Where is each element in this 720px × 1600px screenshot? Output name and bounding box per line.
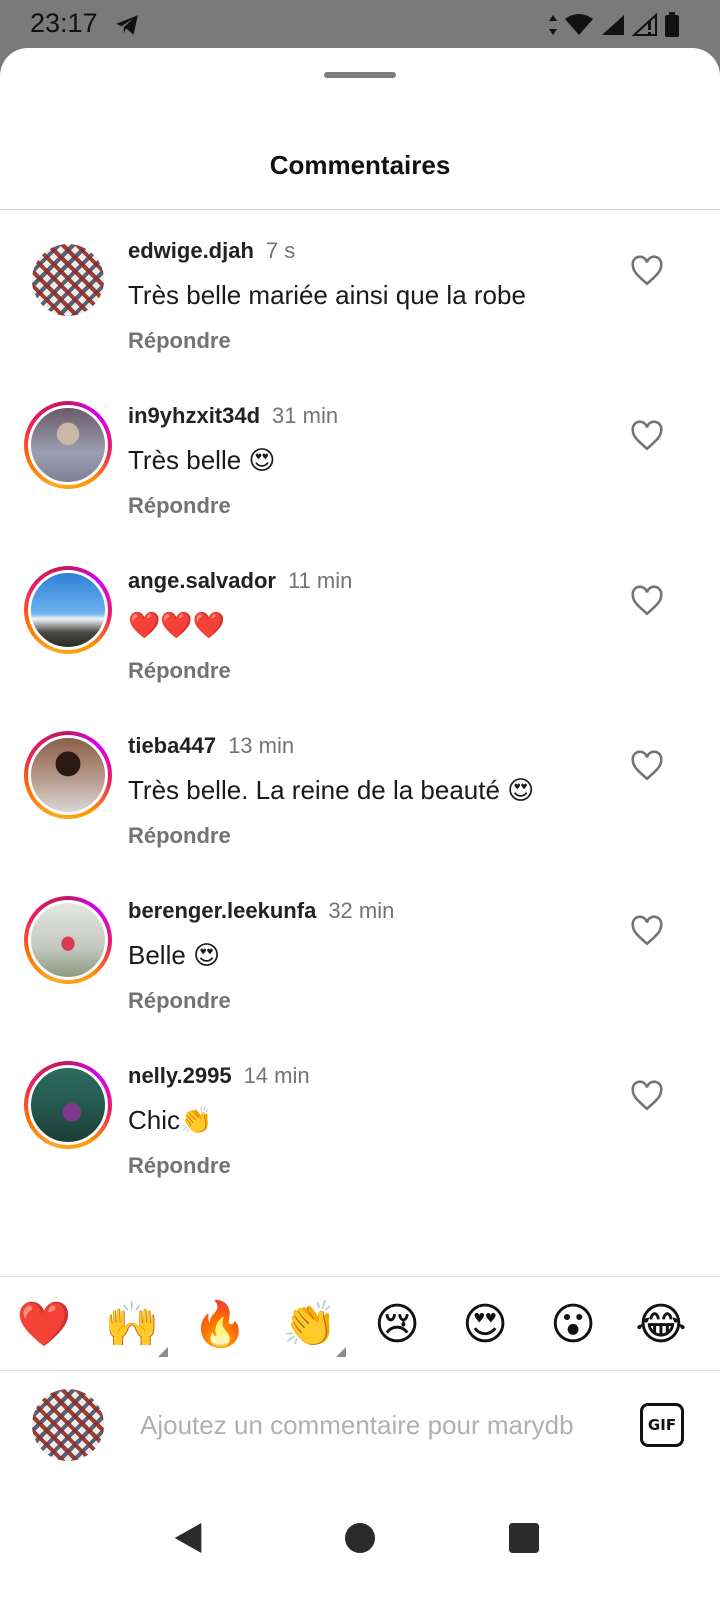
comment-username[interactable]: tieba447 <box>128 733 216 758</box>
reply-button[interactable]: Répondre <box>128 823 231 849</box>
reply-button[interactable]: Répondre <box>128 1153 231 1179</box>
comment-header: ange.salvador 11 min <box>128 568 352 594</box>
comment-input[interactable] <box>140 1401 610 1449</box>
comment-username[interactable]: edwige.djah <box>128 238 254 263</box>
recents-icon[interactable] <box>504 1518 544 1558</box>
comment-header: berenger.leekunfa 32 min <box>128 898 394 924</box>
avatar[interactable] <box>24 236 112 324</box>
avatar-image <box>28 405 108 485</box>
avatar-story-ring[interactable] <box>24 401 112 489</box>
avatar-story-ring[interactable] <box>24 731 112 819</box>
comment-text: Très belle 😍 <box>128 445 276 475</box>
own-avatar <box>32 1389 104 1461</box>
avatar-image <box>28 735 108 815</box>
emoji-raised-hands-button[interactable]: 🙌 <box>102 1297 168 1357</box>
avatar-image <box>32 244 104 316</box>
comment-text: Très belle mariée ainsi que la robe <box>128 280 526 310</box>
comment-header: nelly.2995 14 min <box>128 1063 310 1089</box>
avatar-story-ring[interactable] <box>24 566 112 654</box>
battery-icon <box>665 12 679 37</box>
reply-button[interactable]: Répondre <box>128 328 231 354</box>
comment-username[interactable]: berenger.leekunfa <box>128 898 316 923</box>
avatar-image <box>28 900 108 980</box>
system-icons <box>548 12 680 38</box>
avatar-image <box>28 570 108 650</box>
emoji-heart-button[interactable]: ❤️ <box>14 1297 74 1353</box>
comment-header: edwige.djah 7 s <box>128 238 295 264</box>
emoji-fire-button[interactable]: 🔥 <box>190 1297 250 1353</box>
status-bar: 23:17 <box>0 0 720 48</box>
emoji-glyph: 🙌 <box>104 1300 160 1349</box>
emoji-glyph: 👏 <box>282 1300 338 1349</box>
comment-time: 11 min <box>287 568 353 593</box>
reply-button[interactable]: Répondre <box>128 988 231 1014</box>
emoji-clap-button[interactable]: 👏 <box>280 1297 346 1357</box>
avatar-story-ring[interactable] <box>24 896 112 984</box>
avatar-image <box>28 1065 108 1145</box>
avatar-story-ring[interactable] <box>24 1061 112 1149</box>
gif-button[interactable]: GIF <box>640 1403 684 1447</box>
comment-text: Chic👏 <box>128 1105 213 1135</box>
comment-item: tieba447 13 min Très belle. La reine de l… <box>0 705 720 873</box>
comment-item: in9yhzxit34d 31 min Très belle 😍 Répondre <box>0 375 720 543</box>
comment-composer: GIF <box>0 1371 720 1481</box>
comment-time: 14 min <box>243 1063 310 1088</box>
heart-outline-icon[interactable] <box>630 914 664 948</box>
comment-item: ange.salvador 11 min ❤️❤️❤️ Répondre <box>0 540 720 708</box>
comment-time: 13 min <box>228 733 295 758</box>
comments-sheet: Commentaires edwige.djah 7 s Très belle m… <box>0 48 720 1600</box>
skin-tone-indicator <box>336 1347 346 1357</box>
heart-outline-icon[interactable] <box>630 749 664 783</box>
wifi-icon <box>565 14 593 35</box>
telegram-icon <box>116 15 138 35</box>
comment-header: tieba447 13 min <box>128 733 294 759</box>
heart-outline-icon[interactable] <box>630 254 664 288</box>
emoji-crying-button[interactable]: 😢 <box>367 1297 427 1353</box>
comment-username[interactable]: nelly.2995 <box>128 1063 232 1088</box>
comment-time: 31 min <box>272 403 339 428</box>
comment-time: 7 s <box>265 238 296 263</box>
comment-header: in9yhzxit34d 31 min <box>128 403 338 429</box>
comment-text: Très belle. La reine de la beauté 😍 <box>128 775 535 805</box>
signal-alert-icon <box>632 13 657 36</box>
data-transfer-icon <box>549 15 557 35</box>
comment-username[interactable]: ange.salvador <box>128 568 276 593</box>
emoji-heart-eyes-button[interactable]: 😍 <box>455 1297 515 1353</box>
signal-icon <box>602 15 624 35</box>
heart-outline-icon[interactable] <box>630 584 664 618</box>
navigation-bar <box>0 1488 720 1600</box>
emoji-surprised-button[interactable]: 😮 <box>543 1297 603 1353</box>
sheet-title: Commentaires <box>269 150 451 180</box>
reply-button[interactable]: Répondre <box>128 493 231 519</box>
reply-button[interactable]: Répondre <box>128 658 231 684</box>
comment-item: berenger.leekunfa 32 min Belle 😍 Répondre <box>0 870 720 1038</box>
comment-item: nelly.2995 14 min Chic👏 Répondre <box>0 1035 720 1203</box>
comment-username[interactable]: in9yhzxit34d <box>128 403 260 428</box>
heart-outline-icon[interactable] <box>630 1079 664 1113</box>
heart-outline-icon[interactable] <box>630 419 664 453</box>
home-icon[interactable] <box>340 1518 380 1558</box>
comment-text: ❤️❤️❤️ <box>128 610 226 640</box>
status-time: 23:17 <box>30 8 98 38</box>
back-icon[interactable] <box>168 1518 208 1558</box>
comment-time: 32 min <box>328 898 395 923</box>
drag-handle[interactable] <box>324 72 396 78</box>
skin-tone-indicator <box>158 1347 168 1357</box>
comment-text: Belle 😍 <box>128 940 221 970</box>
emoji-laughing-button[interactable]: 😂 <box>631 1297 691 1353</box>
quick-emoji-bar: ❤️ 🙌 🔥 👏 😢 😍 😮 😂 <box>0 1277 720 1371</box>
comment-item: edwige.djah 7 s Très belle mariée ainsi q… <box>0 210 720 378</box>
